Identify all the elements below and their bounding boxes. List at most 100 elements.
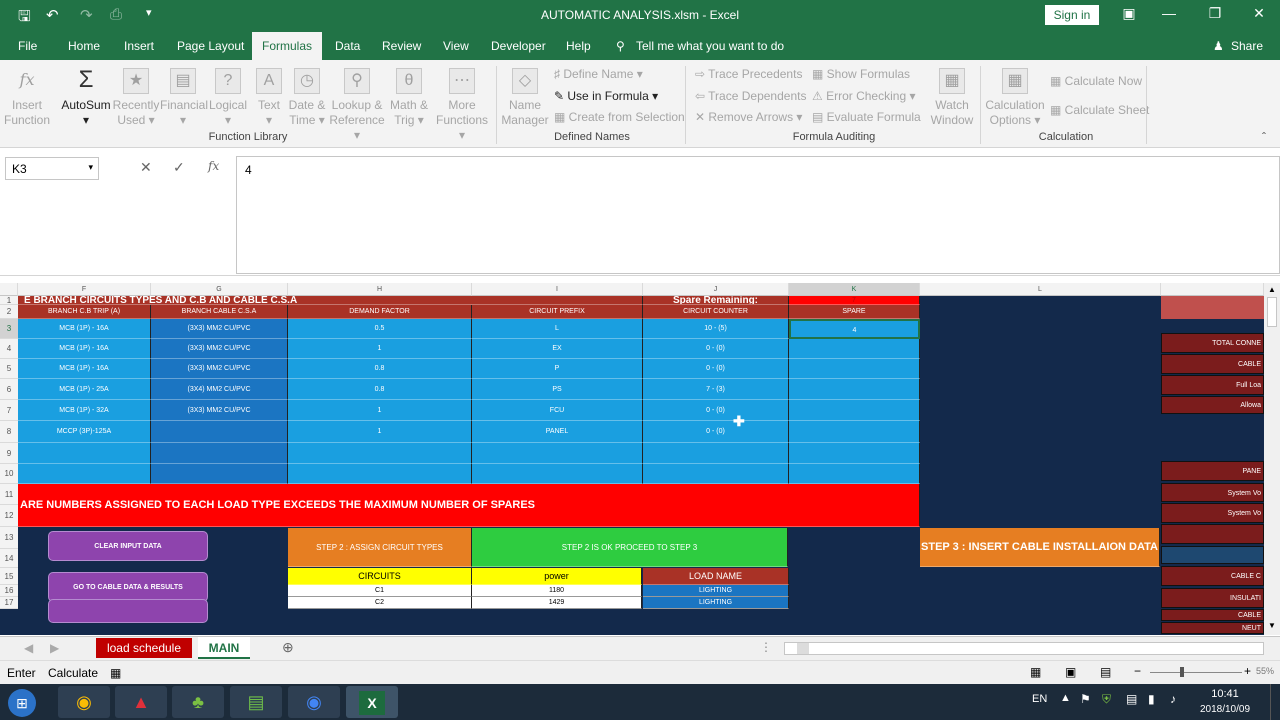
clock-time[interactable]: 10:41 (1200, 688, 1250, 700)
trace-precedents-button[interactable]: ⇨ Trace Precedents (695, 67, 802, 81)
row-header[interactable]: 2 (0, 305, 18, 319)
table-cell[interactable]: P (472, 359, 643, 379)
use-in-formula-button[interactable]: ✎ Use in Formula ▾ (554, 89, 658, 103)
table-cell[interactable]: 0 - (0) (643, 421, 789, 443)
column-header[interactable]: H (288, 283, 472, 296)
table-cell[interactable]: 0.8 (288, 379, 472, 400)
sub-table-cell[interactable]: LIGHTING (643, 585, 789, 597)
add-sheet-icon[interactable]: ⊕ (282, 639, 294, 656)
table-cell[interactable] (789, 464, 920, 484)
sub-table-header[interactable]: LOAD NAME (643, 568, 789, 585)
table-cell[interactable] (789, 443, 920, 464)
table-cell[interactable]: 4 (789, 319, 920, 339)
logical-button[interactable]: ? Logical ▾ (206, 68, 250, 128)
row-header[interactable]: 8 (0, 421, 18, 443)
column-header[interactable] (1161, 283, 1264, 296)
table-cell[interactable]: L (472, 319, 643, 339)
row-header[interactable]: 15 (0, 568, 18, 585)
table-cell[interactable]: 7 - (3) (643, 379, 789, 400)
clock-date[interactable]: 2018/10/09 (1196, 704, 1254, 715)
right-panel-label[interactable]: PANE (1161, 461, 1264, 481)
table-cell[interactable] (789, 421, 920, 443)
goto-cable-button[interactable]: GO TO CABLE DATA & RESULTS (48, 572, 208, 602)
calculate-indicator[interactable]: Calculate (48, 666, 98, 680)
row-header[interactable]: 7 (0, 400, 18, 421)
right-panel-label[interactable]: CABLE (1161, 354, 1264, 374)
table-header[interactable]: SPARE (789, 305, 920, 319)
column-header[interactable]: K (789, 283, 920, 296)
table-cell[interactable]: (3X3) MM2 CU/PVC (151, 339, 288, 359)
row-header[interactable]: 3 (0, 319, 18, 339)
row-header[interactable]: 4 (0, 339, 18, 359)
right-panel-label[interactable]: Allowa (1161, 396, 1264, 414)
create-from-selection-button[interactable]: ▦ Create from Selection (554, 110, 685, 124)
zoom-out-icon[interactable]: − (1134, 664, 1141, 678)
lookup-reference-button[interactable]: ⚲ Lookup & Reference ▾ (328, 68, 386, 143)
tab-data[interactable]: Data (335, 39, 360, 53)
tab-page-layout[interactable]: Page Layout (177, 39, 244, 53)
right-panel-label[interactable]: CABLE (1161, 609, 1264, 621)
network-icon[interactable]: ▤ (1126, 692, 1137, 706)
sub-table-cell[interactable]: C1 (288, 585, 472, 597)
clover-taskbar-button[interactable]: ♣ (172, 686, 224, 718)
table-cell[interactable]: MCB (1P) - 16A (18, 319, 151, 339)
battery-icon[interactable]: ▮ (1148, 692, 1155, 706)
table-cell[interactable]: MCB (1P) - 16A (18, 339, 151, 359)
math-trig-button[interactable]: θ Math & Trig ▾ (386, 68, 432, 128)
section-title[interactable]: E BRANCH CIRCUITS TYPES AND C.B AND CABL… (18, 296, 643, 305)
table-cell[interactable]: 1 (288, 421, 472, 443)
row-header[interactable]: 14 (0, 549, 18, 568)
project-taskbar-button[interactable]: ▤ (230, 686, 282, 718)
maximize-icon[interactable]: ❐ (1200, 5, 1230, 22)
table-cell[interactable] (18, 464, 151, 484)
flag-icon[interactable]: ⚑ (1080, 692, 1091, 706)
table-cell[interactable] (472, 464, 643, 484)
spare-remaining-label[interactable]: Spare Remaining: (643, 296, 789, 305)
formula-input[interactable]: 4 (236, 156, 1280, 274)
zoom-level[interactable]: 55% (1256, 666, 1274, 676)
step2-label[interactable]: STEP 2 : ASSIGN CIRCUIT TYPES (288, 528, 472, 567)
start-button[interactable]: ⊞ (0, 686, 44, 718)
row-header[interactable]: 6 (0, 379, 18, 400)
row-header[interactable]: 5 (0, 359, 18, 379)
table-header[interactable]: CIRCUIT COUNTER (643, 305, 789, 319)
show-desktop-button[interactable] (1270, 684, 1280, 720)
calculate-now-button[interactable]: ▦ Calculate Now (1050, 74, 1142, 88)
table-cell[interactable] (789, 359, 920, 379)
table-cell[interactable]: 0 - (0) (643, 359, 789, 379)
scroll-up-icon[interactable]: ▲ (1268, 285, 1276, 294)
sub-table-cell[interactable]: C2 (288, 597, 472, 609)
ribbon-display-icon[interactable]: ▣ (1114, 5, 1144, 22)
table-cell[interactable]: 0.8 (288, 359, 472, 379)
spare-remaining-value[interactable]: 7 (789, 296, 920, 305)
row-header[interactable]: 17 (0, 597, 18, 609)
table-cell[interactable]: 1 (288, 400, 472, 421)
select-all-corner[interactable] (0, 283, 18, 296)
right-panel-label[interactable]: INSULATI (1161, 588, 1264, 608)
right-panel-label[interactable]: System Vo (1161, 503, 1264, 523)
sub-table-header[interactable]: power (472, 568, 642, 585)
table-cell[interactable] (472, 443, 643, 464)
close-icon[interactable]: ✕ (1244, 5, 1274, 22)
page-break-view-icon[interactable]: ▤ (1100, 665, 1111, 679)
excel-taskbar-button[interactable]: X (346, 686, 398, 718)
table-cell[interactable] (18, 443, 151, 464)
third-purple-button[interactable] (48, 599, 208, 623)
table-cell[interactable]: 0.5 (288, 319, 472, 339)
column-header[interactable]: I (472, 283, 643, 296)
scroll-thumb[interactable] (1267, 297, 1277, 327)
page-layout-view-icon[interactable]: ▣ (1065, 665, 1076, 679)
chevron-down-icon[interactable]: ▾ (88, 162, 93, 173)
tab-help[interactable]: Help (566, 39, 591, 53)
column-header[interactable]: J (643, 283, 789, 296)
recently-used-button[interactable]: ★ Recently Used ▾ (112, 68, 160, 128)
trace-dependents-button[interactable]: ⇦ Trace Dependents (695, 89, 806, 103)
table-header[interactable]: BRANCH C.B TRIP (A) (18, 305, 151, 319)
table-header[interactable]: BRANCH CABLE C.S.A (151, 305, 288, 319)
watch-window-button[interactable]: ▦ Watch Window (926, 68, 978, 128)
sub-table-cell[interactable]: 1180 (472, 585, 642, 597)
table-cell[interactable]: MCB (1P) - 16A (18, 359, 151, 379)
row-header[interactable]: 1 (0, 296, 18, 305)
show-hidden-icons-icon[interactable]: ▲ (1060, 692, 1071, 704)
table-cell[interactable]: (3X3) MM2 CU/PVC (151, 400, 288, 421)
